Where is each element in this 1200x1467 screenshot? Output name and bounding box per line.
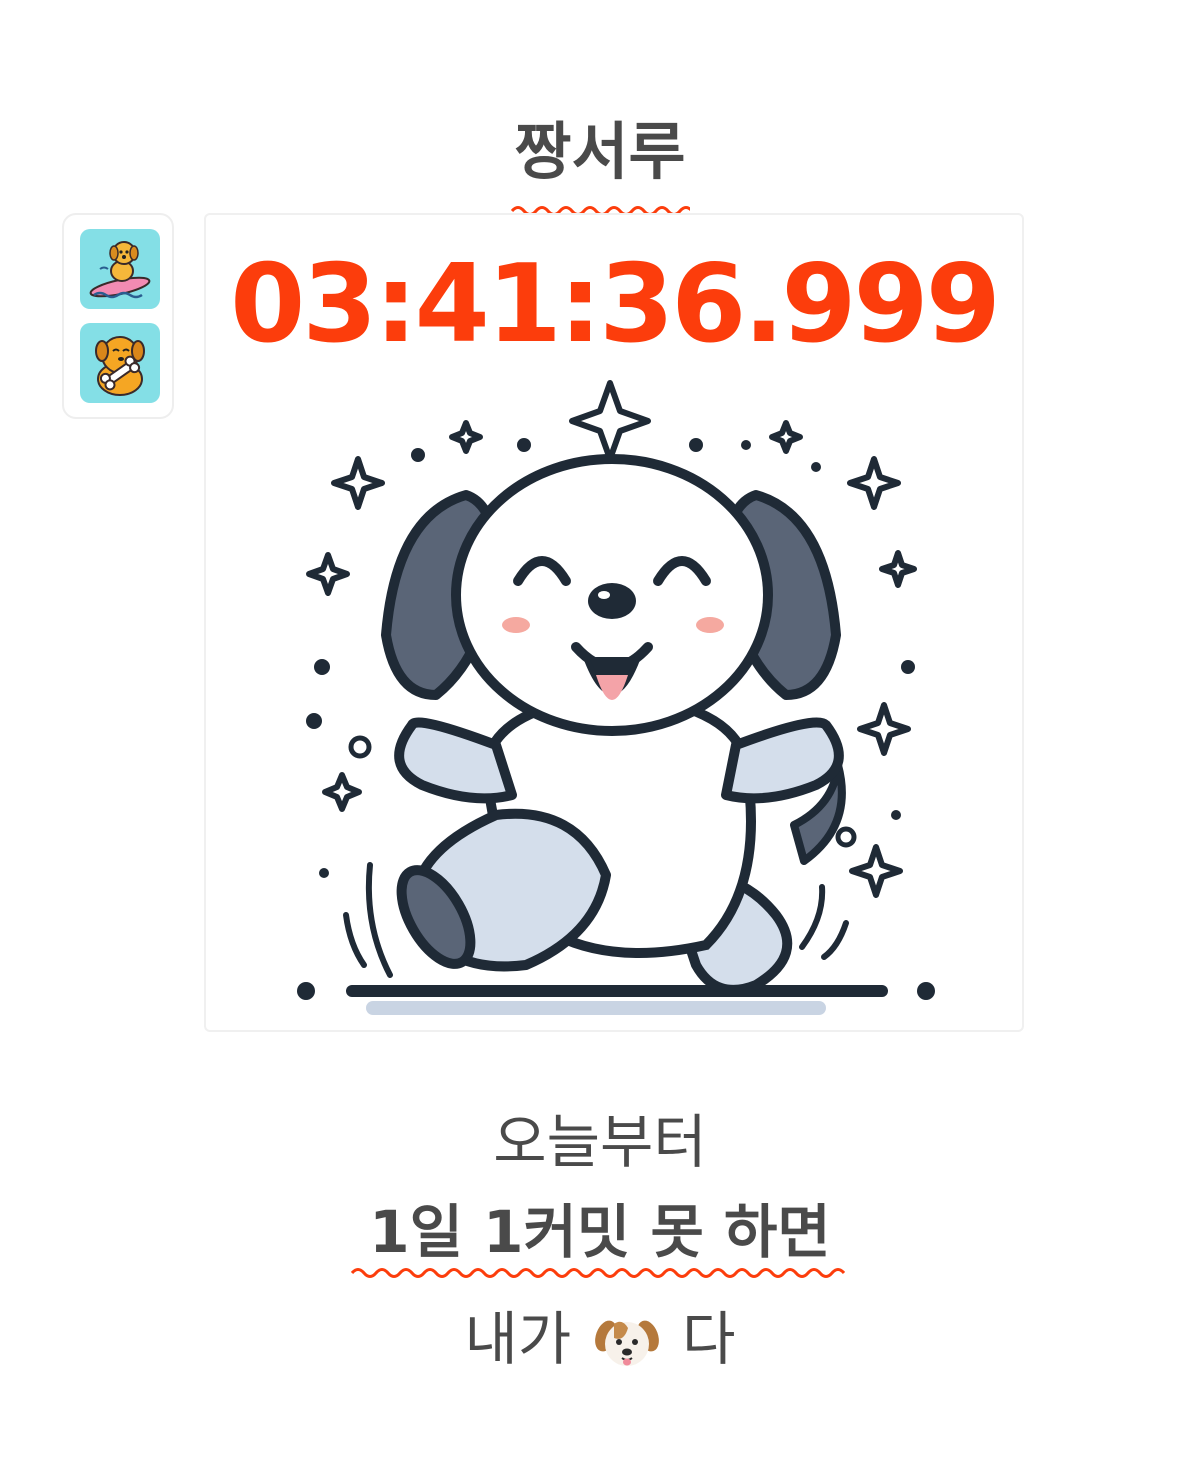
caption-line-3: 내가 다 bbox=[0, 1303, 1200, 1375]
commit-timer-card: 03:41:36.999 bbox=[204, 213, 1024, 1032]
caption-line-3-after: 다 bbox=[682, 1305, 736, 1373]
caption-line-3-before: 내가 bbox=[464, 1305, 572, 1373]
caption-line-2-wrapper: 1일 1커밋 못 하면 bbox=[0, 1196, 1200, 1280]
countdown-timer: 03:41:36.999 bbox=[230, 242, 1001, 367]
dog-with-bone-icon bbox=[95, 336, 145, 396]
surfing-dog-button[interactable] bbox=[80, 229, 160, 309]
dog-with-bone-button[interactable] bbox=[80, 323, 160, 403]
caption-line-1: 오늘부터 bbox=[493, 1108, 707, 1176]
happy-dancing-dog-illustration bbox=[297, 380, 935, 1015]
side-icon-panel bbox=[62, 213, 174, 419]
caption-underline-squiggle bbox=[350, 1268, 846, 1278]
surfing-dog-icon bbox=[89, 241, 151, 299]
caption-line-2: 1일 1커밋 못 하면 bbox=[369, 1198, 831, 1266]
dog-face-icon bbox=[594, 1320, 659, 1366]
page-title: 짱서루 bbox=[514, 115, 686, 188]
page-title-wrapper: 짱서루 bbox=[0, 112, 1200, 218]
